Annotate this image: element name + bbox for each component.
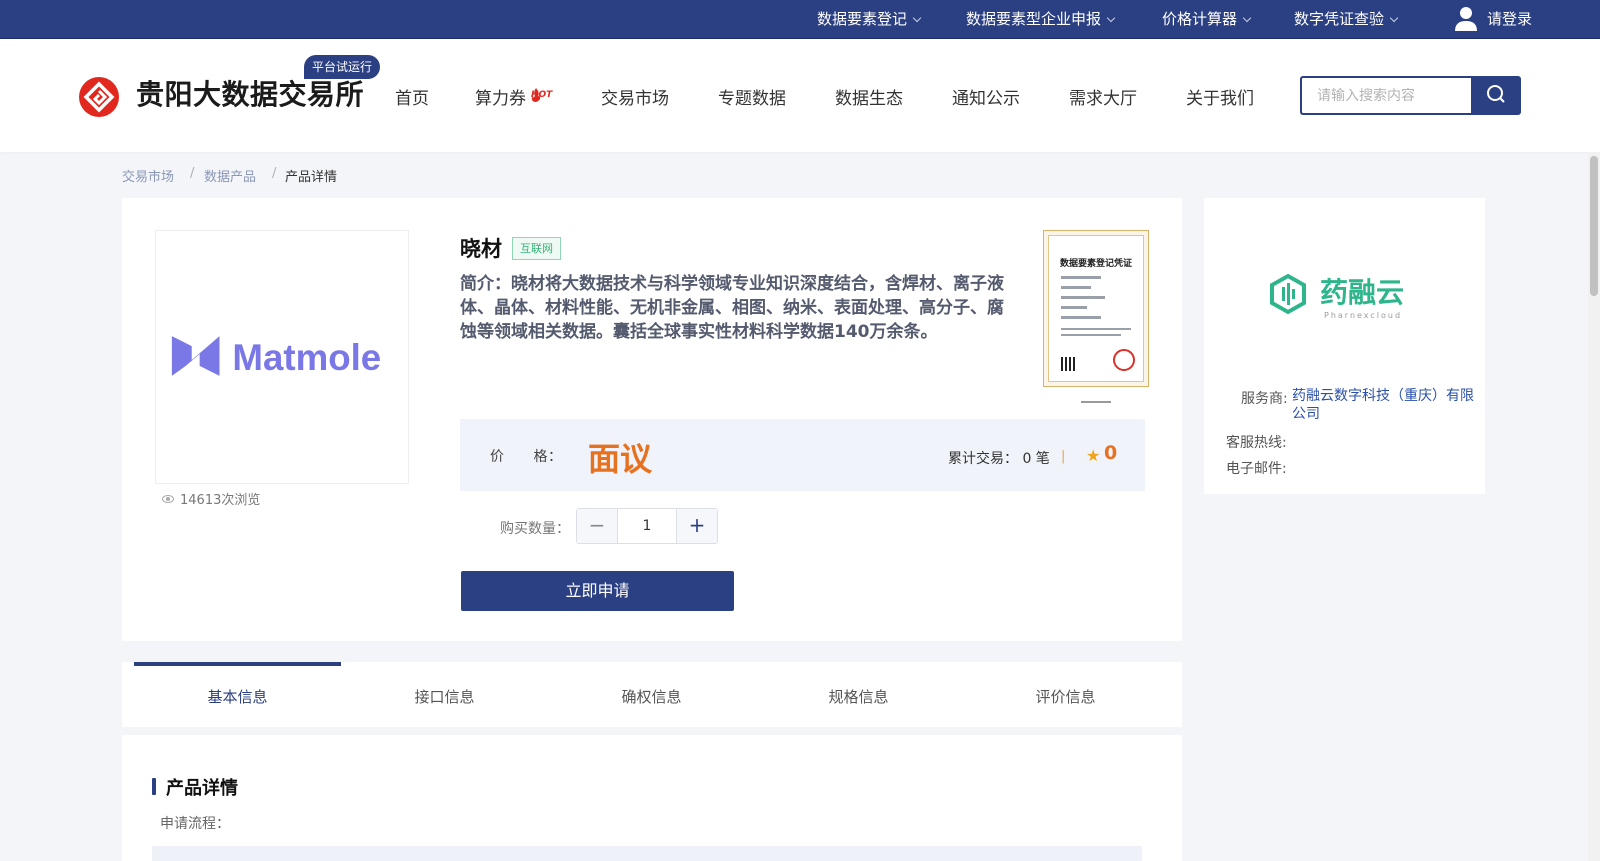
registration-certificate[interactable]: 数据要素登记凭证 — [1043, 230, 1149, 387]
price-label: 价 格： — [490, 449, 563, 465]
topbar-link-price-calculator[interactable]: 价格计算器 — [1162, 0, 1252, 38]
tab-spec-info[interactable]: 规格信息 — [755, 662, 962, 727]
nav-data-ecosystem[interactable]: 数据生态 — [835, 84, 903, 109]
quantity-label: 购买数量： — [500, 521, 570, 537]
search-button[interactable] — [1471, 76, 1521, 115]
exchange-logo-icon[interactable] — [78, 76, 120, 118]
view-count: 14613次浏览 — [162, 489, 260, 508]
section-marker — [152, 778, 156, 795]
topbar-link-certificate-check[interactable]: 数字凭证查验 — [1294, 0, 1399, 38]
apply-button[interactable]: 立即申请 — [461, 571, 734, 611]
search-input[interactable] — [1300, 76, 1472, 115]
site-name[interactable]: 贵阳大数据交易所 — [136, 73, 364, 113]
certificate-title: 数据要素登记凭证 — [1059, 259, 1132, 269]
nav-demand-hall[interactable]: 需求大厅 — [1069, 84, 1137, 109]
tab-review-info[interactable]: 评价信息 — [962, 662, 1169, 727]
pharnexcloud-logo[interactable]: 药融云 Pharnexcloud — [1268, 270, 1428, 330]
nav-trading-market[interactable]: 交易市场 — [601, 84, 669, 109]
trial-badge: 平台试运行 — [304, 55, 381, 79]
nav-notices[interactable]: 通知公示 — [952, 84, 1020, 109]
detail-content-strip — [152, 846, 1142, 861]
chevron-down-icon — [1106, 13, 1116, 23]
breadcrumb-trading-market[interactable]: 交易市场 — [122, 166, 174, 185]
nav-topic-data[interactable]: 专题数据 — [718, 84, 786, 109]
user-icon[interactable] — [1454, 6, 1478, 32]
carousel-indicator[interactable] — [1081, 401, 1111, 403]
chevron-down-icon — [1389, 13, 1399, 23]
breadcrumb-separator: / — [190, 166, 195, 181]
quantity-decrease-button[interactable]: − — [577, 509, 618, 543]
nav-compute-voucher[interactable]: 算力券 — [475, 84, 526, 109]
detail-card — [122, 735, 1182, 861]
detail-title: 产品详情 — [166, 778, 238, 799]
hot-tag: HOT — [531, 90, 553, 100]
application-process-label: 申请流程： — [160, 816, 230, 832]
quantity-stepper: − 1 + — [576, 508, 718, 544]
price-value: 面议 — [588, 440, 653, 478]
service-provider-link[interactable]: 药融云数字科技（重庆）有限公司 — [1292, 387, 1477, 423]
search-icon — [1487, 85, 1505, 103]
chevron-down-icon — [1242, 13, 1252, 23]
product-logo-text: Matmole — [232, 337, 381, 378]
eye-icon — [162, 495, 174, 503]
tab-basic-info[interactable]: 基本信息 — [134, 662, 341, 727]
provider-logo-cn: 药融云 — [1320, 276, 1404, 309]
tab-ownership-info[interactable]: 确权信息 — [548, 662, 755, 727]
breadcrumb-data-products[interactable]: 数据产品 — [204, 166, 256, 185]
service-provider-label: 服务商: — [1241, 391, 1288, 407]
trade-count: 累计交易： 0 笔 — [948, 451, 1050, 467]
topbar-link-label: 价格计算器 — [1162, 10, 1238, 28]
topbar-link-label: 数据要素登记 — [817, 10, 908, 28]
product-category-tag: 互联网 — [512, 237, 561, 260]
topbar-link-enterprise-report[interactable]: 数据要素型企业申报 — [966, 0, 1116, 38]
rating-value: 0 — [1104, 442, 1118, 464]
product-image: Matmole — [155, 230, 409, 484]
product-description: 简介：晓材将大数据技术与科学领域专业知识深度结合，含焊材、离子液体、晶体、材料性… — [460, 274, 1004, 342]
star-icon: ★ — [1086, 446, 1101, 465]
quantity-increase-button[interactable]: + — [676, 509, 717, 543]
nav-about-us[interactable]: 关于我们 — [1186, 84, 1254, 109]
topbar-link-label: 数字凭证查验 — [1294, 10, 1385, 28]
breadcrumb-current: 产品详情 — [285, 170, 338, 185]
view-count-text: 14613次浏览 — [180, 493, 261, 508]
seal-icon — [1113, 349, 1135, 371]
chevron-down-icon — [912, 13, 922, 23]
provider-logo-en: Pharnexcloud — [1324, 311, 1402, 320]
product-title: 晓材 — [460, 237, 502, 261]
top-bar: 数据要素登记 数据要素型企业申报 价格计算器 数字凭证查验 请登录 — [0, 0, 1600, 39]
quantity-input[interactable]: 1 — [618, 509, 676, 543]
qr-code-icon — [1061, 357, 1075, 371]
hotline-label: 客服热线: — [1226, 435, 1287, 451]
scrollbar-thumb[interactable] — [1590, 156, 1598, 296]
matmole-logo: Matmole — [171, 336, 381, 378]
tab-api-info[interactable]: 接口信息 — [341, 662, 548, 727]
divider: | — [1061, 449, 1066, 464]
breadcrumb-separator: / — [272, 166, 277, 181]
login-link[interactable]: 请登录 — [1487, 0, 1532, 38]
topbar-link-data-registration[interactable]: 数据要素登记 — [817, 0, 922, 38]
topbar-link-label: 数据要素型企业申报 — [966, 10, 1102, 28]
email-label: 电子邮件: — [1226, 461, 1287, 477]
nav-home[interactable]: 首页 — [395, 84, 429, 109]
